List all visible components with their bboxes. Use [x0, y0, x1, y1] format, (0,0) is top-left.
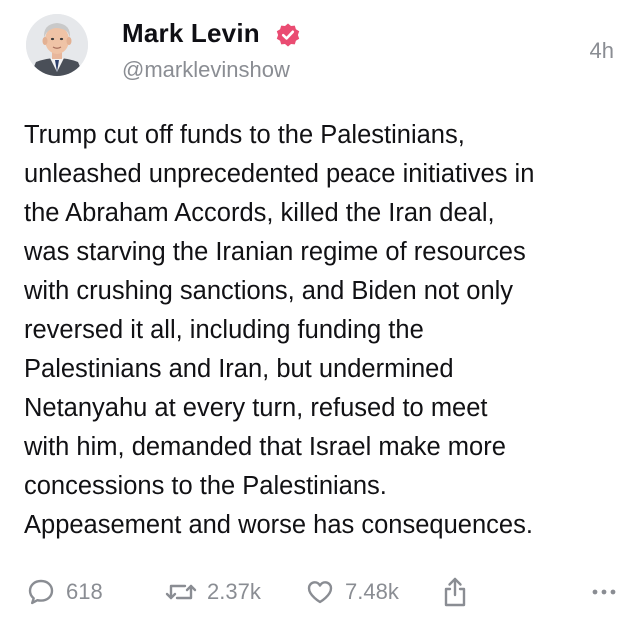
- verified-badge-icon: [275, 22, 301, 48]
- post-actions-bar: 618 2.37k 7.48k: [0, 572, 640, 612]
- post-text-line: the Abraham Accords, killed the Iran dea…: [24, 199, 495, 227]
- post-text-line: Appeasement and worse has consequences.: [24, 511, 533, 539]
- share-button[interactable]: [440, 572, 470, 612]
- repost-button[interactable]: 2.37k: [165, 572, 261, 612]
- author-handle[interactable]: @marklevinshow: [122, 57, 290, 83]
- post-text-line: was starving the Iranian regime of resou…: [24, 238, 526, 266]
- post-text-line: reversed it all, including funding the: [24, 316, 424, 344]
- post-timestamp: 4h: [589, 38, 614, 63]
- post-text-line: Palestinians and Iran, but undermined: [24, 355, 454, 383]
- heart-icon: [305, 577, 335, 607]
- comment-bubble-icon: [26, 577, 56, 607]
- post-text: Trump cut off funds to the Palestinians,…: [24, 116, 624, 545]
- post-text-line: unleashed unprecedented peace initiative…: [24, 160, 535, 188]
- reply-count: 618: [66, 579, 103, 604]
- like-button[interactable]: 7.48k: [305, 572, 399, 612]
- share-upload-icon: [440, 576, 470, 608]
- repost-count: 2.37k: [207, 579, 261, 604]
- post-text-line: with crushing sanctions, and Biden not o…: [24, 277, 514, 305]
- post-text-line: Netanyahu at every turn, refused to meet: [24, 394, 488, 422]
- post-card: Mark Levin @marklevinshow 4h Trump cut o…: [0, 0, 640, 629]
- like-count: 7.48k: [345, 579, 399, 604]
- more-dots-icon: [592, 587, 616, 597]
- repost-arrows-icon: [165, 577, 197, 607]
- post-text-line: Trump cut off funds to the Palestinians,: [24, 121, 465, 149]
- author-name[interactable]: Mark Levin: [122, 18, 260, 49]
- author-avatar[interactable]: [26, 14, 88, 76]
- more-options-button[interactable]: [592, 572, 616, 612]
- reply-button[interactable]: 618: [26, 572, 103, 612]
- post-text-line: with him, demanded that Israel make more: [24, 433, 506, 461]
- post-text-line: concessions to the Palestinians.: [24, 472, 387, 500]
